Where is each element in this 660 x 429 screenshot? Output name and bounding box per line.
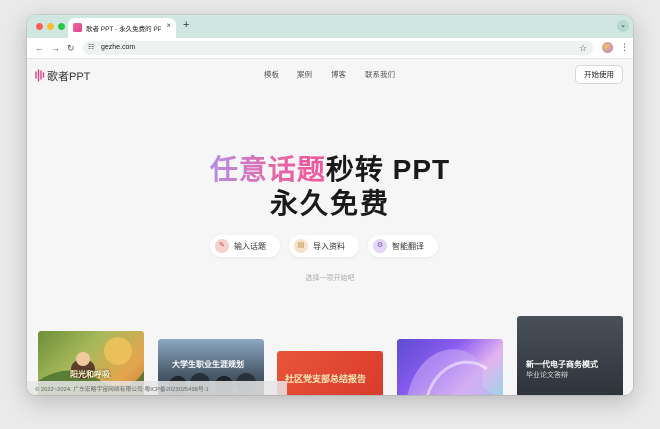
- input-topic-button[interactable]: ✎ 输入话题: [210, 235, 280, 257]
- tab-strip: 歌者 PPT - 永久免费的 PPT 制 × + ⌄: [27, 15, 633, 38]
- translate-icon: ⚙: [373, 239, 387, 253]
- tab-close-icon[interactable]: ×: [166, 21, 171, 31]
- bookmark-star-icon[interactable]: ☆: [579, 42, 587, 54]
- input-topic-label: 输入话题: [234, 242, 266, 251]
- import-material-label: 导入资料: [313, 242, 345, 251]
- pencil-icon: ✎: [215, 239, 229, 253]
- nav-link-templates[interactable]: 模板: [264, 69, 279, 80]
- nav-link-contact[interactable]: 联系我们: [365, 69, 395, 80]
- favicon-icon: [73, 23, 82, 32]
- card-5-subtitle: 毕业论文答辩: [526, 372, 568, 379]
- minimize-window-button[interactable]: [47, 23, 54, 30]
- site-info-icon[interactable]: ☷: [88, 43, 94, 53]
- template-card-4[interactable]: [397, 339, 503, 395]
- hero-highlight: 任意话题: [209, 154, 326, 185]
- hero-title-line1: 任意话题秒转 PPT: [27, 153, 633, 187]
- url-text: gezhe.com: [101, 44, 136, 51]
- card-5-title: 新一代电子商务模式: [526, 360, 598, 369]
- start-using-button[interactable]: 开始使用: [575, 65, 623, 84]
- profile-avatar[interactable]: [602, 42, 613, 53]
- browser-menu-icon[interactable]: ⋮: [620, 41, 629, 53]
- tab-search-button[interactable]: ⌄: [617, 20, 629, 32]
- nav-link-cases[interactable]: 案例: [297, 69, 312, 80]
- logo-text: 歌者PPT: [47, 71, 91, 83]
- template-card-5[interactable]: 新一代电子商务模式 毕业论文答辩: [517, 316, 623, 395]
- maximize-window-button[interactable]: [58, 23, 65, 30]
- web-page: 歌者PPT 模板 案例 博客 联系我们 开始使用 任意话题秒转 PPT 永久免费…: [27, 59, 633, 395]
- tab-title: 歌者 PPT - 永久免费的 PPT 制: [86, 26, 161, 33]
- smart-translate-button[interactable]: ⚙ 智能翻译: [368, 235, 438, 257]
- new-tab-button[interactable]: +: [183, 18, 189, 32]
- import-material-button[interactable]: ▤ 导入资料: [289, 235, 359, 257]
- logo-mark-icon: [35, 69, 45, 82]
- template-card-3[interactable]: 社区党支部总结报告: [277, 351, 383, 395]
- nav-link-blog[interactable]: 博客: [331, 69, 346, 80]
- smart-translate-label: 智能翻译: [392, 242, 424, 251]
- document-icon: ▤: [294, 239, 308, 253]
- browser-tab[interactable]: 歌者 PPT - 永久免费的 PPT 制 ×: [68, 18, 176, 38]
- footer-copyright: © 2022~2024. 广东宏略宇宙网络有限公司 粤ICP备202302549…: [35, 387, 209, 393]
- footer-bar: © 2022~2024. 广东宏略宇宙网络有限公司 粤ICP备202302549…: [27, 381, 287, 395]
- hero-title-line2: 永久免费: [269, 188, 390, 219]
- address-bar[interactable]: ☷ gezhe.com ☆: [83, 41, 593, 55]
- card-2-title: 大学生职业生涯规划: [172, 360, 244, 369]
- hint-text: 选择一项开始吧: [305, 275, 355, 282]
- forward-icon[interactable]: →: [51, 42, 60, 54]
- reload-icon[interactable]: ↻: [67, 42, 75, 54]
- hero-title-rest: 秒转 PPT: [325, 154, 451, 185]
- browser-toolbar: ← → ↻ ☷ gezhe.com ☆ ⋮: [27, 38, 633, 59]
- close-window-button[interactable]: [36, 23, 43, 30]
- browser-window: 歌者 PPT - 永久免费的 PPT 制 × + ⌄ ← → ↻ ☷ gezhe…: [27, 15, 633, 395]
- card-4-illustration: [407, 349, 497, 395]
- back-icon[interactable]: ←: [35, 42, 44, 54]
- card-3-title: 社区党支部总结报告: [285, 374, 367, 384]
- card-1-title: 阳光和呼吸: [70, 370, 110, 379]
